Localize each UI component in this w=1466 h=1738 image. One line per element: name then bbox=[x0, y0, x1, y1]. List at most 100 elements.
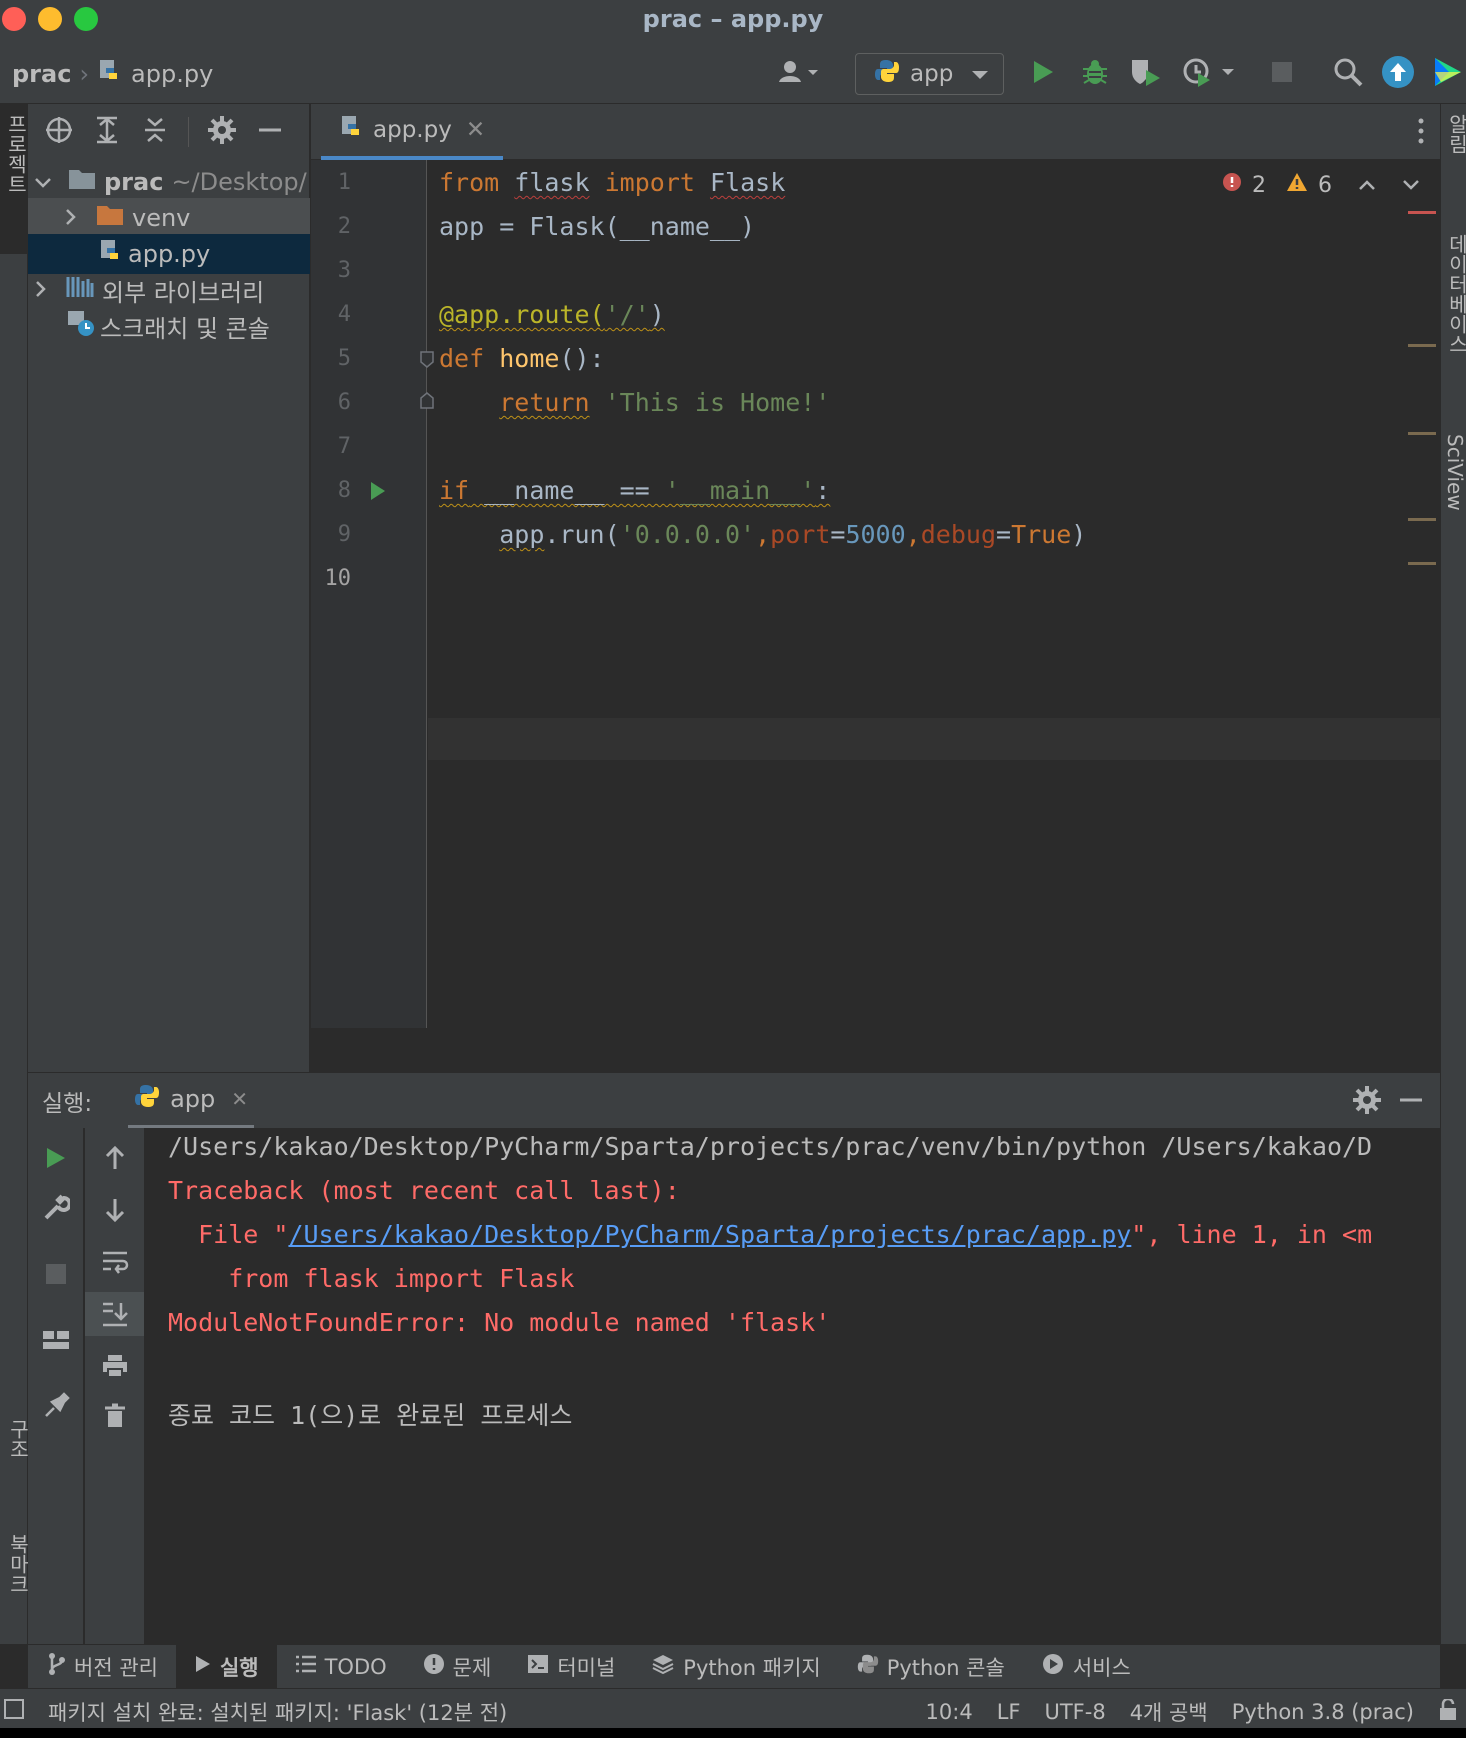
tree-item-venv[interactable]: venv bbox=[28, 198, 310, 238]
breadcrumb-project[interactable]: prac bbox=[12, 60, 71, 88]
tree-item-label: venv bbox=[132, 204, 191, 232]
run-tab-app[interactable]: app ✕ bbox=[128, 1073, 255, 1129]
toggle-tool-windows-icon[interactable] bbox=[4, 1699, 24, 1724]
tool-run[interactable]: 실행 bbox=[175, 1644, 277, 1689]
scroll-to-end-icon[interactable] bbox=[85, 1292, 144, 1336]
breadcrumb-file[interactable]: app.py bbox=[131, 60, 213, 88]
gear-icon[interactable] bbox=[207, 115, 237, 149]
trash-icon[interactable] bbox=[85, 1394, 144, 1438]
code-editor[interactable]: 1 2 3 4 5 6 7 8 9 10 from flask import F… bbox=[311, 160, 1440, 1028]
tool-label: TODO bbox=[324, 1654, 387, 1679]
code-line-1: from flask import Flask bbox=[439, 168, 786, 197]
layers-icon bbox=[651, 1653, 675, 1680]
error-marker[interactable] bbox=[1408, 211, 1436, 214]
indent-setting[interactable]: 4개 공백 bbox=[1130, 1697, 1208, 1727]
console-line: ModuleNotFoundError: No module named 'fl… bbox=[168, 1308, 831, 1337]
rerun-icon[interactable] bbox=[28, 1136, 83, 1180]
line-number: 7 bbox=[337, 434, 351, 459]
chevron-right-icon[interactable] bbox=[34, 276, 58, 304]
update-icon[interactable] bbox=[1380, 54, 1416, 90]
pin-icon[interactable] bbox=[28, 1384, 83, 1428]
chevron-down-icon[interactable] bbox=[34, 168, 58, 196]
play-icon bbox=[194, 1654, 212, 1679]
fold-icon[interactable] bbox=[419, 350, 435, 372]
status-message[interactable]: 패키지 설치 완료: 설치된 패키지: 'Flask' (12분 전) bbox=[48, 1697, 507, 1727]
hide-panel-icon[interactable] bbox=[255, 115, 285, 149]
console-line: Traceback (most recent call last): bbox=[168, 1176, 680, 1205]
run-toolbar-primary bbox=[28, 1128, 84, 1644]
warning-marker[interactable] bbox=[1408, 518, 1436, 521]
run-panel: /Users/kakao/Desktop/PyCharm/Sparta/proj… bbox=[28, 1128, 1440, 1644]
tool-problems[interactable]: 문제 bbox=[405, 1645, 510, 1689]
locate-icon[interactable] bbox=[44, 115, 74, 149]
profile-icon[interactable] bbox=[1180, 54, 1240, 90]
tool-python-packages[interactable]: Python 패키지 bbox=[633, 1645, 838, 1689]
more-options-icon[interactable] bbox=[1416, 116, 1426, 150]
tool-services[interactable]: 서비스 bbox=[1023, 1645, 1149, 1689]
gear-icon[interactable] bbox=[1352, 1085, 1382, 1119]
python-file-icon bbox=[97, 58, 123, 90]
warning-marker[interactable] bbox=[1408, 562, 1436, 565]
caret-position[interactable]: 10:4 bbox=[926, 1700, 973, 1724]
tool-window-bar: 버전 관리 실행 TODO 문제 터미널 Python 패키지 Python 콘… bbox=[28, 1644, 1440, 1689]
sciview-tool-button[interactable]: SciView bbox=[1443, 434, 1466, 511]
arrow-down-icon[interactable] bbox=[85, 1188, 144, 1232]
terminal-icon bbox=[527, 1654, 549, 1679]
layout-icon[interactable] bbox=[28, 1318, 83, 1362]
tool-terminal[interactable]: 터미널 bbox=[509, 1645, 633, 1689]
file-encoding[interactable]: UTF-8 bbox=[1044, 1700, 1105, 1724]
close-tab-icon[interactable]: ✕ bbox=[231, 1087, 248, 1111]
tree-item-root[interactable]: prac ~/Desktop/ bbox=[28, 162, 310, 202]
notifications-tool-button[interactable]: 알림 bbox=[1443, 114, 1466, 154]
account-icon[interactable] bbox=[770, 54, 826, 90]
fold-end-icon[interactable] bbox=[419, 392, 435, 414]
stop-icon[interactable] bbox=[1264, 54, 1300, 90]
tool-vcs[interactable]: 버전 관리 bbox=[28, 1645, 176, 1689]
tool-todo[interactable]: TODO bbox=[277, 1645, 405, 1689]
line-number: 9 bbox=[337, 522, 351, 547]
inspections-widget[interactable]: 2 6 bbox=[1222, 172, 1420, 198]
warning-marker[interactable] bbox=[1408, 432, 1436, 435]
expand-all-icon[interactable] bbox=[92, 115, 122, 149]
code-line-5: def home(): bbox=[439, 344, 605, 373]
tree-item-app-py[interactable]: app.py bbox=[28, 234, 310, 274]
warning-marker[interactable] bbox=[1408, 344, 1436, 347]
chevron-right-icon[interactable] bbox=[64, 204, 88, 232]
line-number: 6 bbox=[337, 390, 351, 415]
run-icon[interactable] bbox=[1025, 54, 1061, 90]
warning-count: 6 bbox=[1318, 172, 1332, 198]
previous-problem-icon[interactable] bbox=[1358, 173, 1376, 198]
soft-wrap-icon[interactable] bbox=[85, 1240, 144, 1284]
next-problem-icon[interactable] bbox=[1402, 173, 1420, 198]
tab-app-py[interactable]: app.py ✕ bbox=[321, 104, 504, 160]
jetbrains-space-icon[interactable] bbox=[1430, 54, 1466, 90]
search-icon[interactable] bbox=[1330, 54, 1366, 90]
lock-icon[interactable] bbox=[1438, 1697, 1458, 1726]
print-icon[interactable] bbox=[85, 1344, 144, 1388]
project-tool-button[interactable]: 프로젝트 bbox=[0, 104, 28, 254]
console-file-link[interactable]: /Users/kakao/Desktop/PyCharm/Sparta/proj… bbox=[288, 1220, 1131, 1249]
line-number: 1 bbox=[337, 170, 351, 195]
debug-icon[interactable] bbox=[1077, 54, 1113, 90]
sciview-label: SciView bbox=[1443, 434, 1466, 511]
close-tab-icon[interactable]: ✕ bbox=[466, 117, 485, 143]
hide-panel-icon[interactable] bbox=[1396, 1085, 1426, 1119]
interpreter-setting[interactable]: Python 3.8 (prac) bbox=[1232, 1700, 1414, 1724]
coverage-icon[interactable] bbox=[1128, 54, 1164, 90]
code-line-6: return 'This is Home!' bbox=[499, 388, 831, 417]
branch-icon bbox=[48, 1652, 66, 1681]
problems-icon bbox=[423, 1653, 445, 1680]
run-configuration-select[interactable]: app bbox=[855, 53, 1004, 95]
run-gutter-icon[interactable] bbox=[369, 480, 387, 506]
tool-python-console[interactable]: Python 콘솔 bbox=[839, 1645, 1023, 1689]
stop-icon[interactable] bbox=[28, 1252, 83, 1296]
wrench-icon[interactable] bbox=[28, 1186, 83, 1230]
arrow-up-icon[interactable] bbox=[85, 1136, 144, 1180]
collapse-all-icon[interactable] bbox=[140, 115, 170, 149]
tree-item-scratches[interactable]: 스크래치 및 콘솔 bbox=[28, 306, 310, 346]
line-separator[interactable]: LF bbox=[997, 1700, 1021, 1724]
tree-item-external-libraries[interactable]: 외부 라이브러리 bbox=[28, 270, 310, 310]
database-tool-button[interactable]: 데이터베이스 bbox=[1443, 234, 1466, 354]
console-line: File "/Users/kakao/Desktop/PyCharm/Spart… bbox=[168, 1220, 1372, 1249]
run-config-label: app bbox=[910, 61, 954, 87]
